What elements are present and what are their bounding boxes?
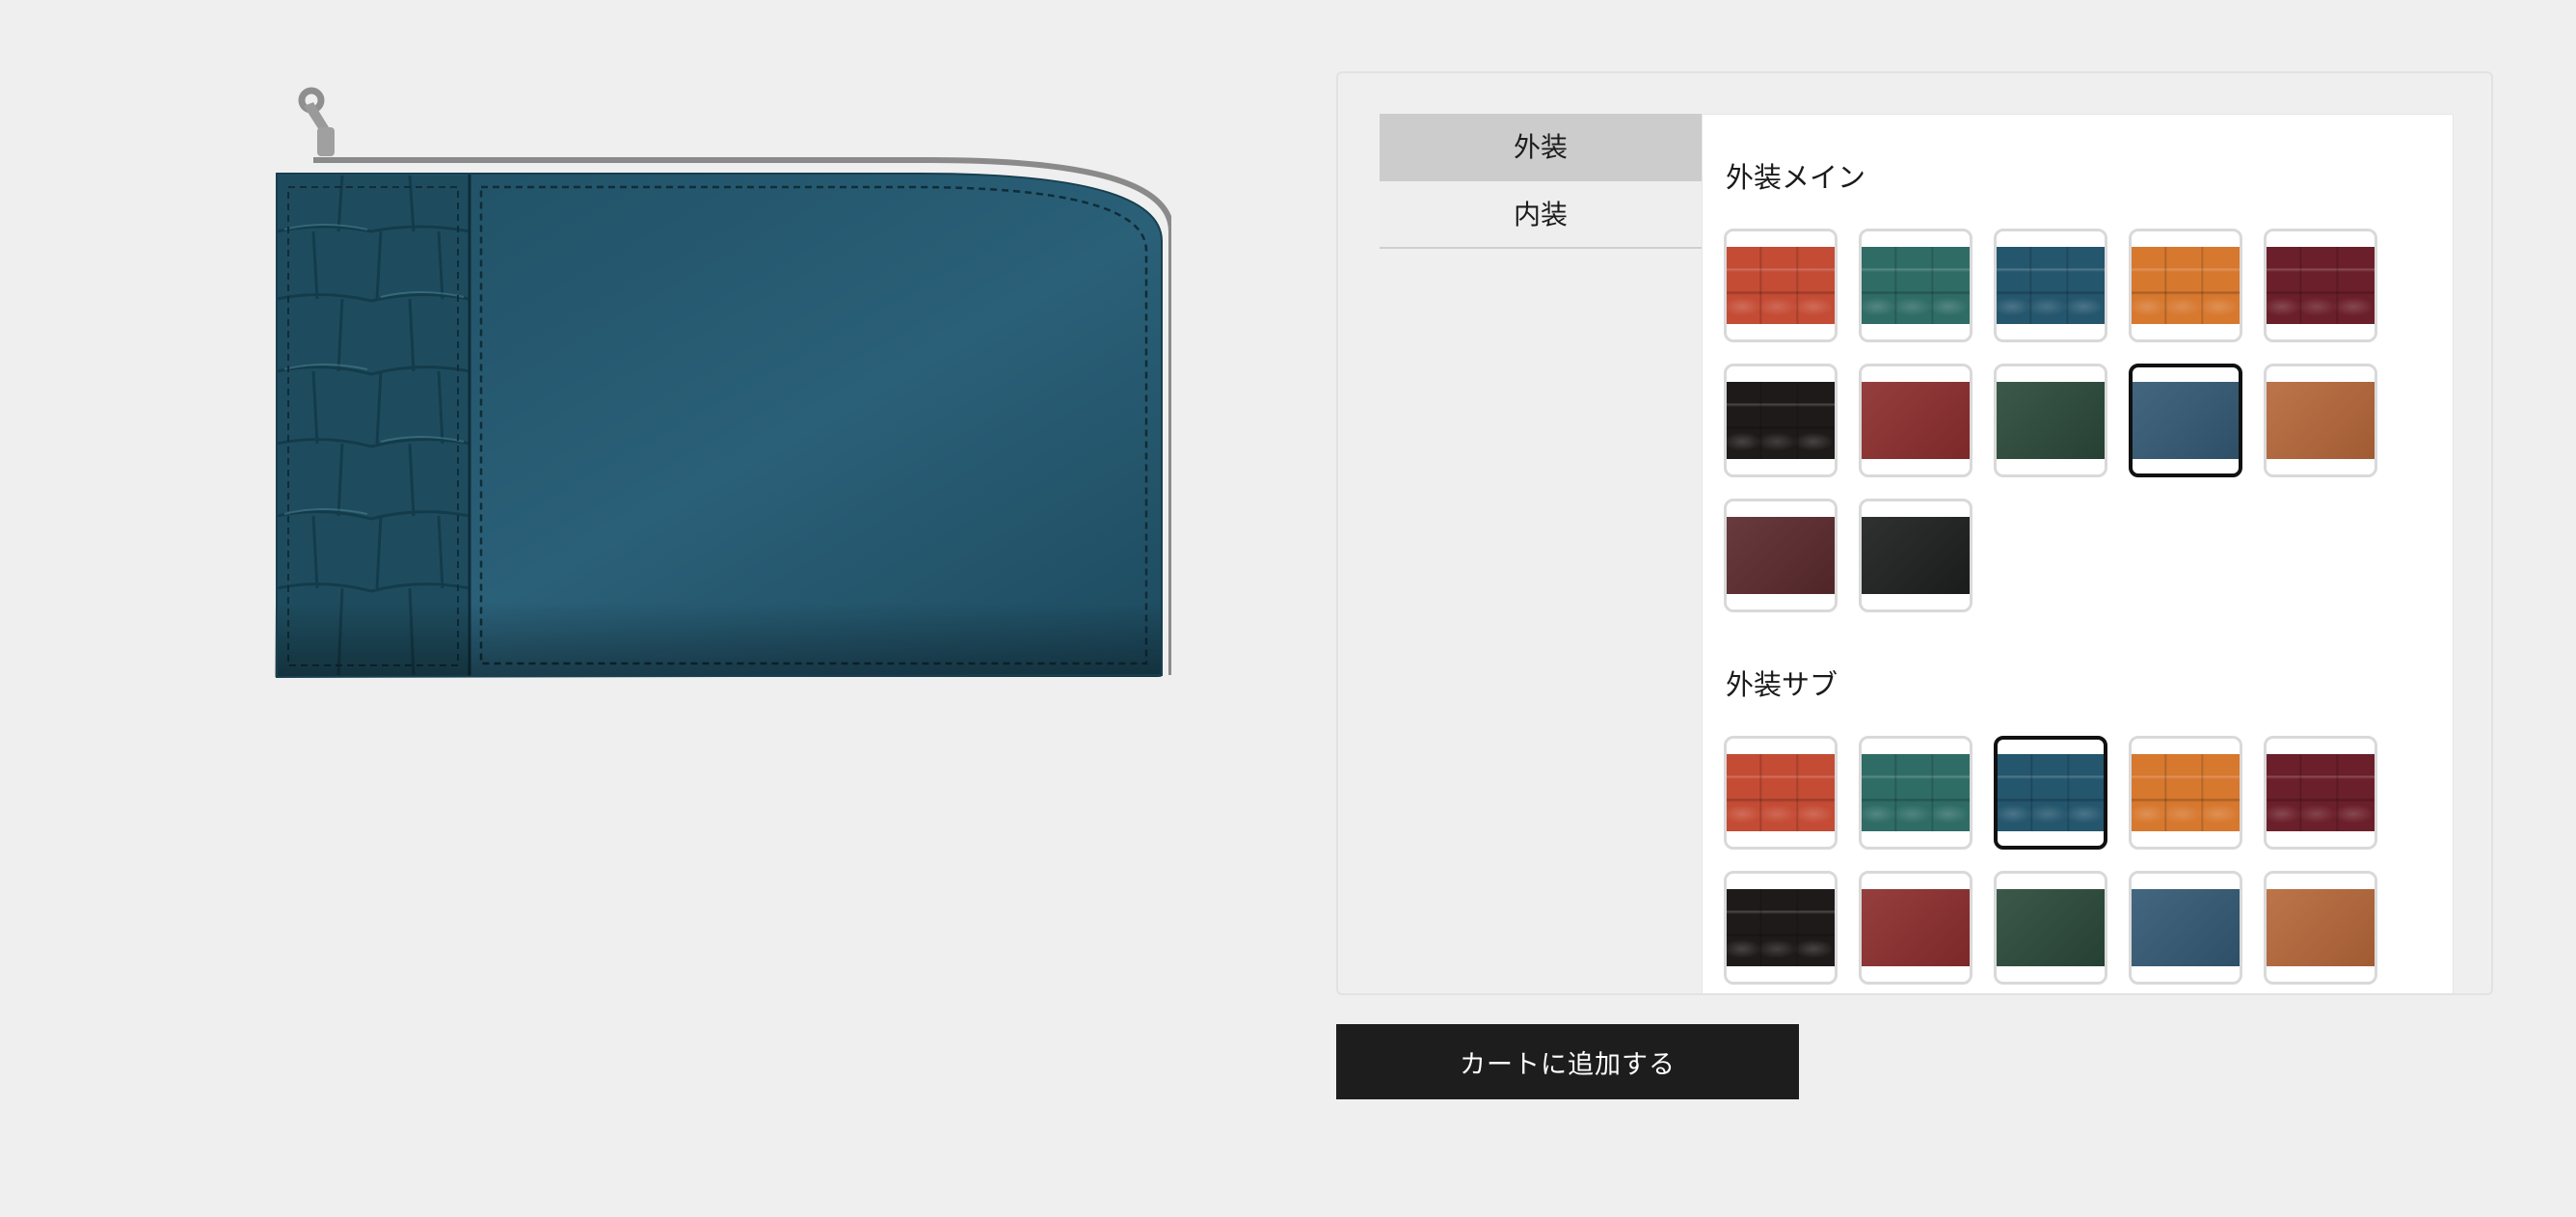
swatch-chip: [1862, 517, 1970, 594]
color-swatch[interactable]: [1724, 736, 1838, 850]
zipper-pull: [298, 87, 335, 156]
tab-exterior[interactable]: 外装: [1380, 114, 1702, 181]
wallet-image: [275, 87, 1171, 679]
color-swatch[interactable]: [2129, 364, 2242, 477]
swatch-chip: [1862, 247, 1970, 324]
color-swatch[interactable]: [1724, 871, 1838, 985]
swatch-chip: [2267, 754, 2375, 831]
swatch-chip: [2267, 247, 2375, 324]
color-swatch[interactable]: [1859, 736, 1972, 850]
color-swatch[interactable]: [2264, 871, 2377, 985]
color-swatch[interactable]: [2129, 736, 2242, 850]
section-title-exterior-main: 外装メイン: [1726, 161, 1866, 194]
swatch-chip: [2132, 247, 2240, 324]
swatch-chip: [2132, 754, 2240, 831]
swatch-chip: [1998, 754, 2104, 831]
swatch-chip: [2267, 889, 2375, 966]
color-swatch[interactable]: [1859, 364, 1972, 477]
swatch-grid-exterior-main: [1724, 229, 2377, 612]
configurator-panel: 外装 内装 外装メイン 外装サブ: [1336, 71, 2493, 995]
swatch-chip: [1727, 517, 1835, 594]
swatch-chip: [1862, 382, 1970, 459]
color-swatch[interactable]: [1859, 871, 1972, 985]
color-swatch[interactable]: [1994, 229, 2107, 342]
swatch-chip: [1997, 382, 2105, 459]
color-swatch[interactable]: [2264, 736, 2377, 850]
color-swatch[interactable]: [1994, 364, 2107, 477]
swatch-chip: [1727, 754, 1835, 831]
swatch-chip: [1727, 247, 1835, 324]
swatch-chip: [2133, 382, 2239, 459]
color-swatch[interactable]: [1724, 364, 1838, 477]
color-swatch[interactable]: [1724, 229, 1838, 342]
swatch-chip: [1862, 889, 1970, 966]
swatch-chip: [1997, 889, 2105, 966]
color-swatch[interactable]: [2129, 871, 2242, 985]
color-swatch[interactable]: [2264, 229, 2377, 342]
swatch-chip: [1997, 247, 2105, 324]
swatch-chip: [1727, 382, 1835, 459]
color-swatch[interactable]: [1724, 499, 1838, 612]
swatch-chip: [2132, 889, 2240, 966]
swatch-chip: [1862, 754, 1970, 831]
swatch-grid-exterior-sub: [1724, 736, 2377, 985]
color-swatch[interactable]: [2129, 229, 2242, 342]
tab-list: 外装 内装: [1380, 114, 1702, 249]
color-swatch[interactable]: [1859, 229, 1972, 342]
color-swatch[interactable]: [1994, 871, 2107, 985]
tab-interior[interactable]: 内装: [1380, 181, 1702, 249]
swatch-chip: [1727, 889, 1835, 966]
section-title-exterior-sub: 外装サブ: [1726, 668, 1838, 701]
options-pane: 外装メイン 外装サブ: [1702, 114, 2454, 993]
color-swatch[interactable]: [2264, 364, 2377, 477]
swatch-chip: [2267, 382, 2375, 459]
color-swatch[interactable]: [1994, 736, 2107, 850]
add-to-cart-button[interactable]: カートに追加する: [1336, 1024, 1799, 1099]
color-swatch[interactable]: [1859, 499, 1972, 612]
product-preview: [275, 77, 1171, 680]
